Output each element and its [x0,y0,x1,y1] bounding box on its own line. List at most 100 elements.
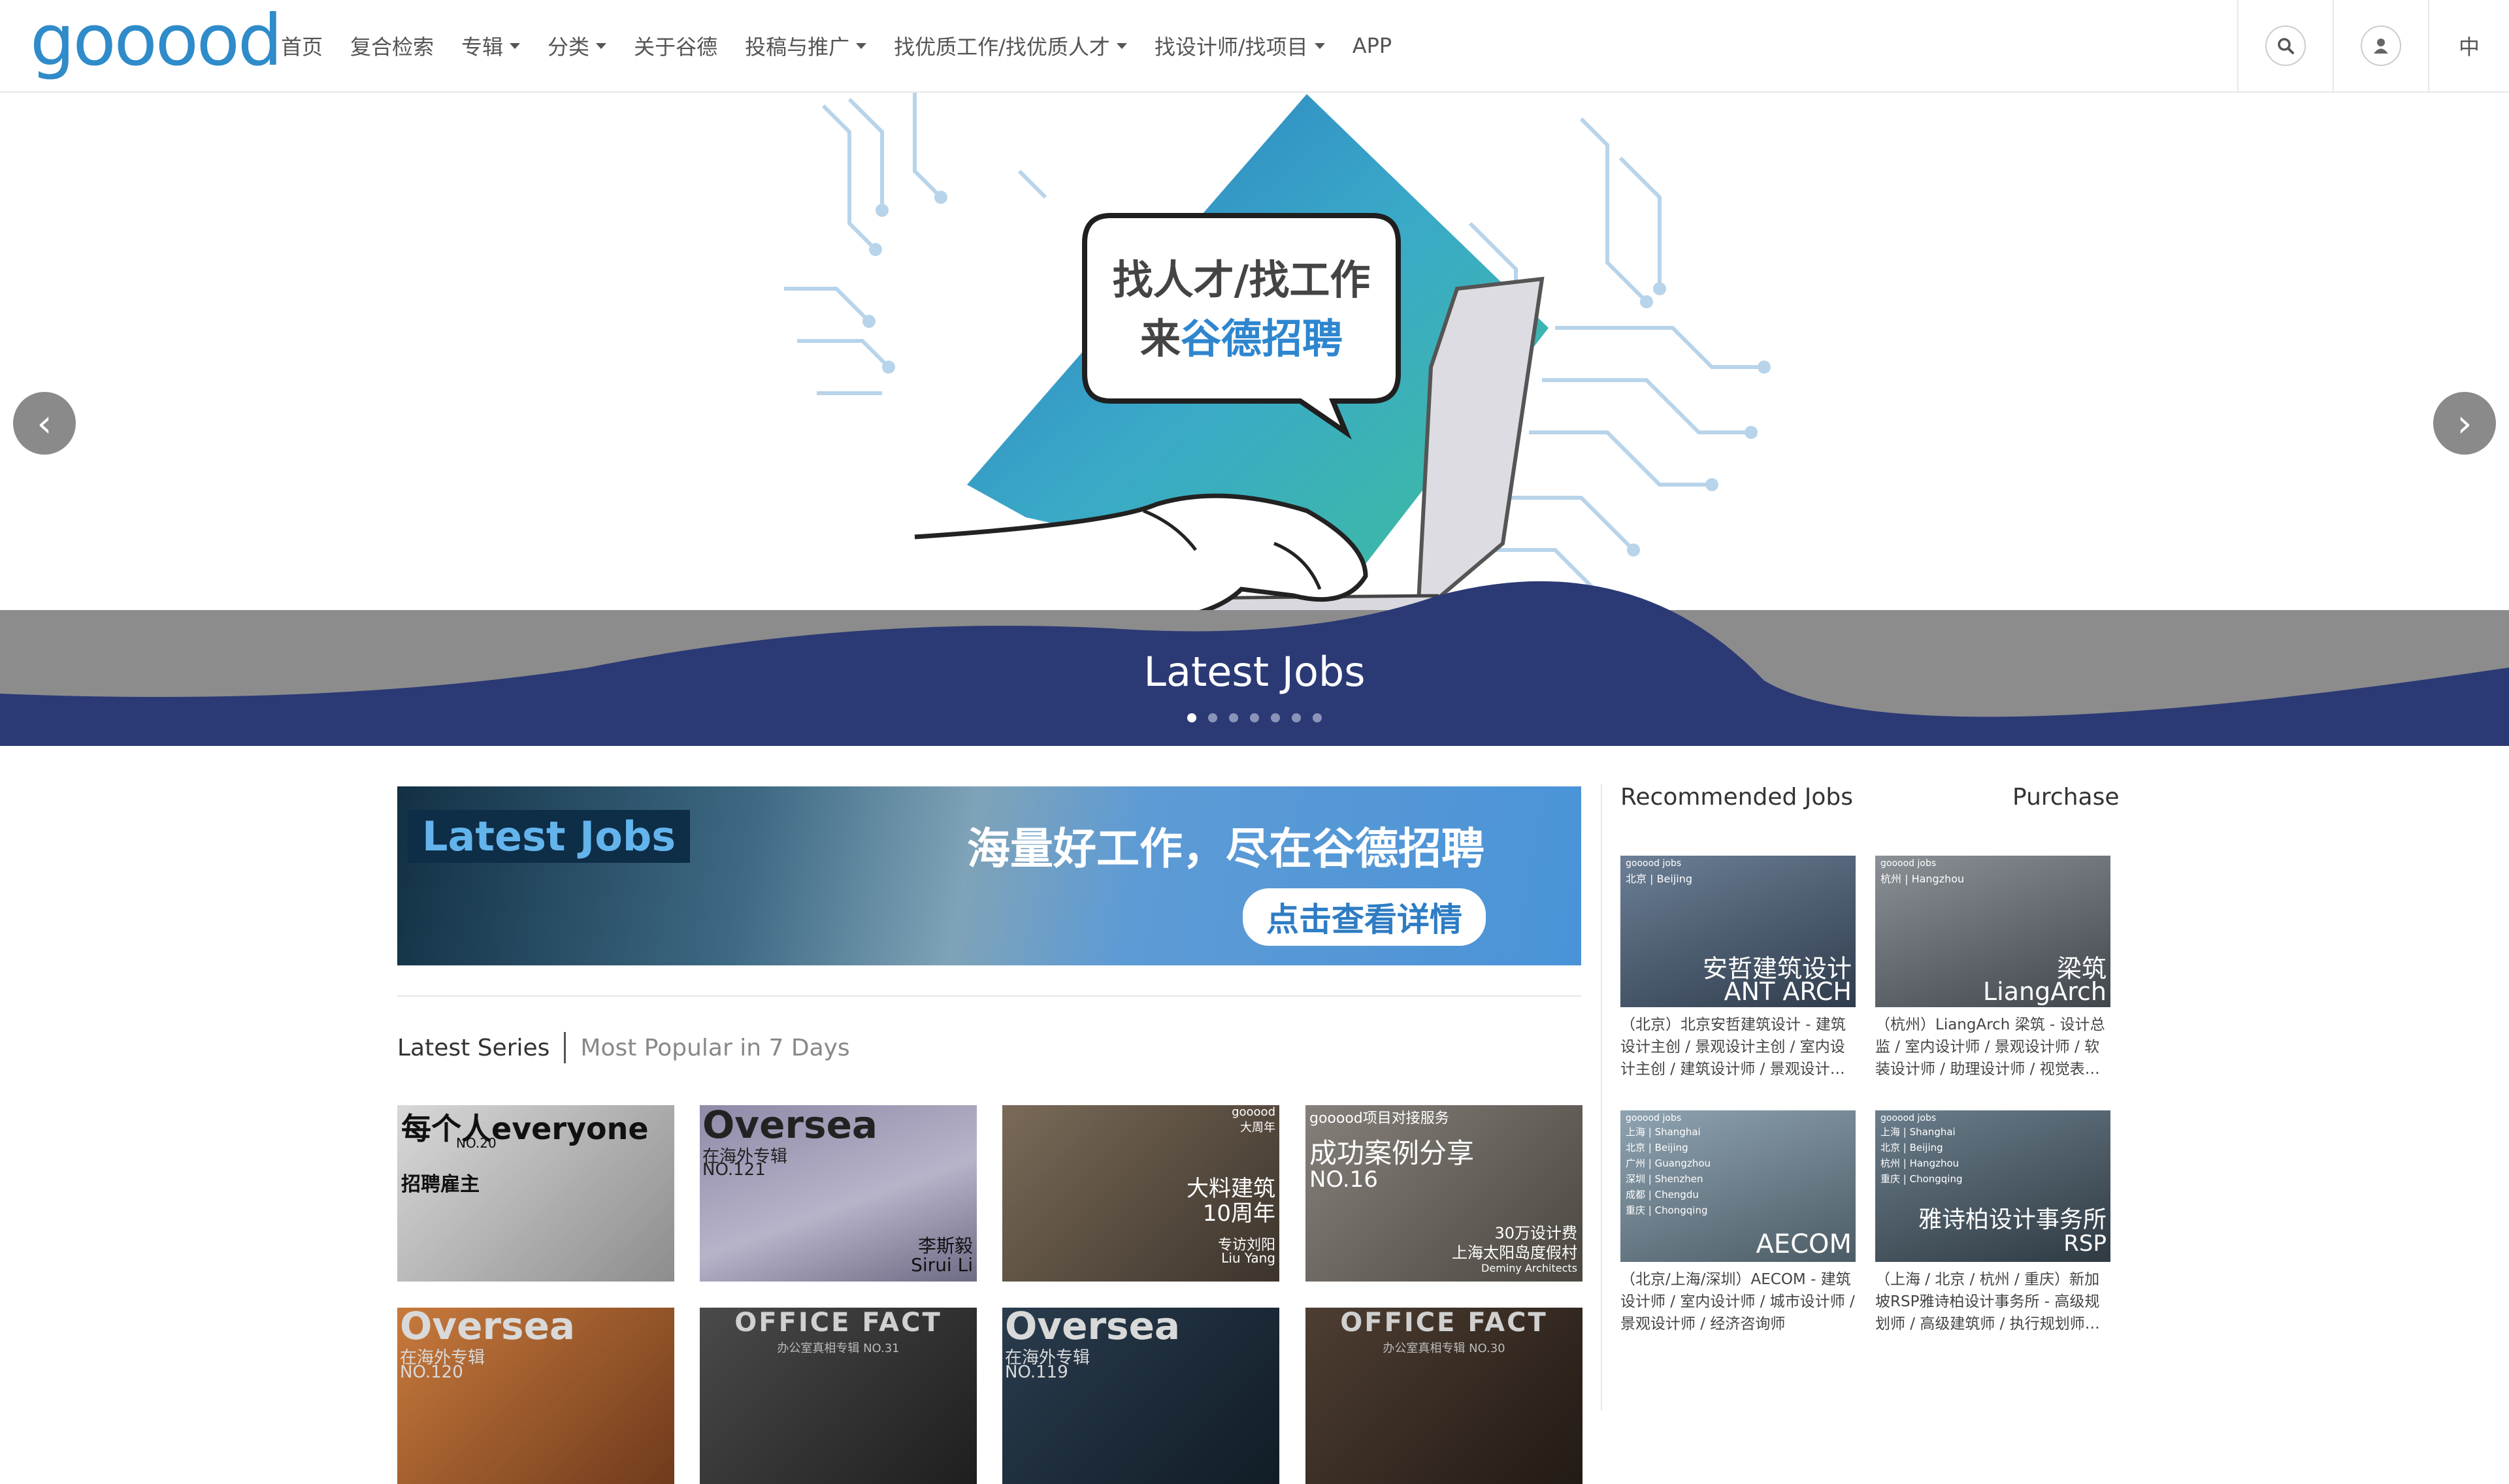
carousel-dot[interactable] [1250,713,1259,722]
card-title: OFFICE FACT [1340,1308,1548,1338]
series-card[interactable]: Oversea 在海外专辑 NO.119 [1002,1308,1279,1484]
series-card[interactable]: OFFICE FACT 办公室真相专辑 NO.31 [700,1308,977,1484]
hero-caption: Latest Jobs [1143,648,1366,696]
job-description[interactable]: （北京）北京安哲建筑设计 - 建筑设计主创 / 景观设计主创 / 室内设计主创 … [1620,1014,1858,1080]
caret-down-icon [856,42,867,49]
bubble-prefix: 来 [1140,315,1181,363]
top-navbar: gooood 首页 复合检索 专辑 分类 关于谷德 投稿与推广 找优质工作/找优… [0,0,2509,93]
job-city: 上海 | Shanghai [1626,1126,1701,1138]
card-subtitle: 10周年 [1202,1201,1275,1227]
job-tag: gooood jobs [1626,1113,1682,1123]
card-number: NO.20 [456,1135,497,1151]
nav-submit-promote[interactable]: 投稿与推广 [745,31,867,61]
series-card[interactable]: OFFICE FACT 办公室真相专辑 NO.30 [1305,1308,1582,1484]
job-city: 成都 | Chengdu [1626,1189,1699,1201]
card-anniversary: 大周年 [1240,1121,1275,1135]
job-city: 杭州 | Hangzhou [1880,1157,1960,1169]
job-card-image[interactable]: gooood jobs 北京 | Beijing 安哲建筑设计 ANT ARCH [1620,856,1856,1007]
nav-label: APP [1352,33,1392,58]
card-number: NO.120 [400,1363,463,1382]
nav-label: 找优质工作/找优质人才 [894,35,1110,59]
job-company-cn: 雅诗柏设计事务所 [1918,1206,2107,1233]
jobs-banner[interactable]: Latest Jobs 海量好工作，尽在谷德招聘 点击查看详情 [397,786,1581,965]
series-card[interactable]: Oversea 在海外专辑 NO.120 [397,1308,674,1484]
job-tag: gooood jobs [1880,1113,1937,1123]
job-tag: gooood jobs [1880,858,1937,869]
nav-label: 关于谷德 [634,35,718,59]
nav-label: 首页 [281,35,323,59]
user-icon [2361,25,2401,66]
series-card[interactable]: Oversea 在海外专辑 NO.121 李斯毅 Sirui Li [700,1105,977,1282]
job-city: 重庆 | Chongqing [1626,1204,1708,1216]
card-name-en: Sirui Li [911,1254,973,1276]
card-name-en: Liu Yang [1221,1250,1275,1266]
language-switch[interactable]: 中 [2428,0,2509,91]
main-nav: 首页 复合检索 专辑 分类 关于谷德 投稿与推广 找优质工作/找优质人才 找设计… [281,0,1419,91]
banner-details-button[interactable]: 点击查看详情 [1243,888,1486,946]
series-card[interactable]: gooood 大周年 大料建筑 10周年 专访刘阳 Liu Yang [1002,1105,1279,1282]
carousel-dot[interactable] [1313,713,1322,722]
carousel-next-button[interactable]: › [2433,392,2496,455]
carousel-prev-button[interactable]: ‹ [13,392,76,455]
sidebar-divider [1601,784,1602,1411]
card-brand: gooood [1232,1105,1275,1119]
series-card[interactable]: gooood项目对接服务 成功案例分享 NO.16 30万设计费 上海太阳岛度假… [1305,1105,1582,1282]
banner-tag: Latest Jobs [408,810,691,863]
series-card[interactable]: 每个人everyone NO.20 招聘雇主 [397,1105,674,1282]
bubble-line-1: 找人才/找工作 [1112,256,1371,304]
divider [397,995,1581,997]
bubble-highlight: 谷德招聘 [1181,315,1343,363]
card-subtitle: 办公室真相专辑 NO.30 [1383,1342,1505,1355]
job-company-en: LiangArch [1983,977,2107,1006]
job-city: 上海 | Shanghai [1880,1126,1956,1138]
nav-app[interactable]: APP [1353,33,1392,58]
tab-most-popular[interactable]: Most Popular in 7 Days [580,1035,849,1061]
tab-latest-series[interactable]: Latest Series [397,1035,549,1061]
card-number: NO.121 [702,1160,766,1180]
hero-carousel: 找人才/找工作 来谷德招聘 Latest Jobs ‹ › [0,93,2509,746]
nav-advanced-search[interactable]: 复合检索 [350,31,434,61]
nav-albums[interactable]: 专辑 [461,31,521,61]
language-label: 中 [2458,35,2480,59]
job-description[interactable]: （北京/上海/深圳）AECOM - 建筑设计师 / 室内设计师 / 城市设计师 … [1620,1268,1858,1335]
nav-categories[interactable]: 分类 [548,31,607,61]
tab-separator [564,1032,566,1063]
nav-designers-projects[interactable]: 找设计师/找项目 [1155,31,1325,61]
nav-about[interactable]: 关于谷德 [634,31,717,61]
job-description[interactable]: （杭州）LiangArch 梁筑 - 设计总监 / 室内设计师 / 景观设计师 … [1875,1014,2113,1080]
nav-right-tools: 中 [2237,0,2509,91]
card-number: NO.16 [1309,1167,1378,1193]
banner-slogan: 海量好工作，尽在谷德招聘 [967,824,1484,874]
carousel-dot[interactable] [1229,713,1238,722]
search-icon [2265,25,2306,66]
card-project: 上海太阳岛度假村 [1452,1244,1577,1262]
chevron-left-icon: ‹ [37,401,52,445]
card-title: 成功案例分享 [1309,1137,1475,1169]
gooood-logo[interactable]: gooood [30,5,282,77]
user-button[interactable] [2333,0,2428,91]
nav-jobs-talent[interactable]: 找优质工作/找优质人才 [894,31,1127,61]
search-button[interactable] [2237,0,2333,91]
carousel-dot[interactable] [1208,713,1217,722]
card-number: NO.119 [1005,1363,1068,1382]
job-description[interactable]: （上海 / 北京 / 杭州 / 重庆）新加坡RSP雅诗柏设计事务所 - 高级规划… [1875,1268,2113,1335]
carousel-dot[interactable] [1271,713,1280,722]
job-city: 北京 | Beijing [1626,1142,1688,1153]
job-city: 杭州 | Hangzhou [1880,873,1965,885]
chevron-right-icon: › [2457,401,2472,445]
purchase-link[interactable]: Purchase [2012,784,2119,811]
nav-label: 找设计师/找项目 [1154,35,1308,59]
carousel-dot[interactable] [1292,713,1301,722]
carousel-dot[interactable] [1187,713,1196,722]
nav-home[interactable]: 首页 [281,31,323,61]
job-card-image[interactable]: gooood jobs 杭州 | Hangzhou 梁筑 LiangArch [1875,856,2110,1007]
carousel-indicators [0,713,2509,722]
job-card-image[interactable]: gooood jobs 上海 | Shanghai 北京 | Beijing 广… [1620,1110,1856,1262]
card-title: Oversea [1005,1308,1181,1348]
card-firm: Deminy Architects [1481,1262,1577,1274]
caret-down-icon [596,42,607,49]
job-card-image[interactable]: gooood jobs 上海 | Shanghai 北京 | Beijing 杭… [1875,1110,2110,1262]
job-company-en: ANT ARCH [1724,977,1852,1006]
job-city: 深圳 | Shenzhen [1626,1173,1703,1185]
card-title: OFFICE FACT [734,1308,942,1338]
